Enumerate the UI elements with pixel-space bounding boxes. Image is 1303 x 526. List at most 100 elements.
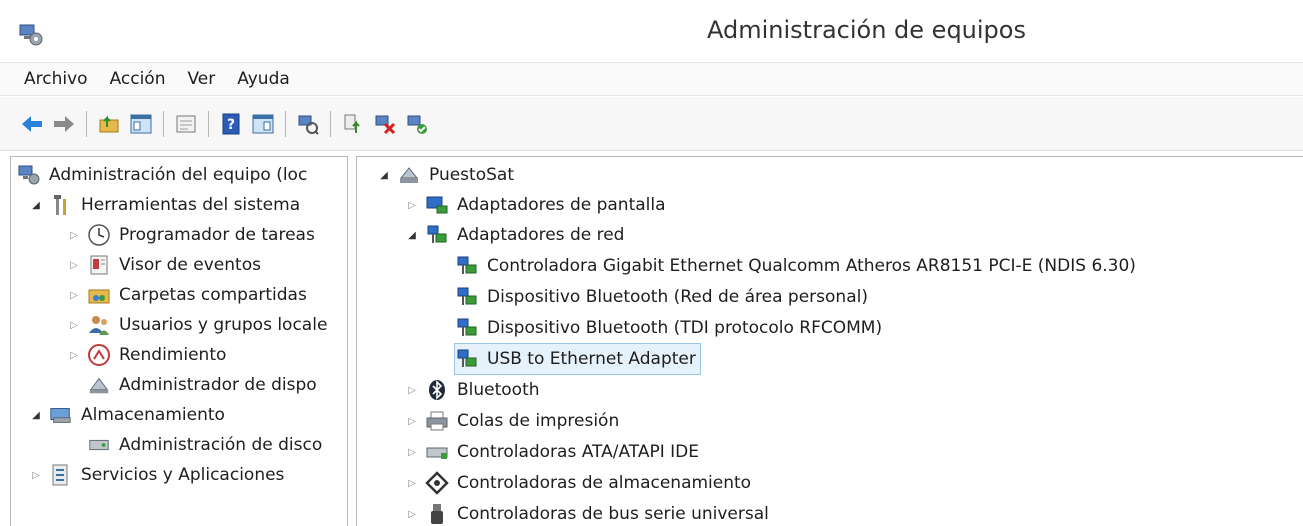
- printer-icon: [425, 409, 449, 433]
- scan-hardware-button[interactable]: [294, 110, 322, 138]
- scan-hardware-icon: [298, 115, 319, 135]
- tools-icon: [49, 193, 73, 217]
- tree-item-device-manager[interactable]: Administrador de dispo: [87, 370, 317, 400]
- tree-item-label: Colas de impresión: [457, 411, 620, 431]
- performance-icon: [87, 343, 111, 367]
- tree-item-label: Carpetas compartidas: [119, 285, 307, 305]
- collapsed-arrow-icon[interactable]: ▷: [67, 228, 81, 242]
- properties-button[interactable]: [172, 110, 200, 138]
- network-adapter-icon: [455, 347, 479, 371]
- tree-item-task-scheduler[interactable]: ▷ Programador de tareas: [67, 220, 315, 250]
- properties-icon: [176, 115, 196, 132]
- uninstall-device-icon: [375, 115, 396, 134]
- network-adapter-icon: [425, 223, 449, 247]
- tree-item-computer[interactable]: ◢ PuestoSat: [377, 160, 514, 190]
- network-adapter-icon: [455, 254, 479, 278]
- device-tree-pane: ◢ PuestoSat ▷ Adaptadores de pantalla ◢ …: [356, 156, 1303, 526]
- help-icon: ?: [222, 113, 240, 134]
- show-action-pane-button[interactable]: [249, 110, 277, 138]
- menu-ver[interactable]: Ver: [188, 69, 216, 89]
- collapsed-arrow-icon[interactable]: ▷: [405, 445, 419, 459]
- update-driver-icon: [344, 114, 360, 133]
- tree-item-label: Administración del equipo (loc: [49, 165, 308, 185]
- expanded-arrow-icon[interactable]: ◢: [29, 198, 43, 212]
- toolbar-separator: [330, 110, 331, 137]
- tree-item-system-tools[interactable]: ◢ Herramientas del sistema: [29, 190, 300, 220]
- tree-item-shared-folders[interactable]: ▷ Carpetas compartidas: [67, 280, 307, 310]
- tree-item-label: Programador de tareas: [119, 225, 315, 245]
- tree-item-label: Herramientas del sistema: [81, 195, 301, 215]
- collapsed-arrow-icon[interactable]: ▷: [67, 288, 81, 302]
- expanded-arrow-icon[interactable]: ◢: [405, 228, 419, 242]
- menu-ayuda[interactable]: Ayuda: [237, 69, 290, 89]
- tree-item-label: Servicios y Aplicaciones: [81, 465, 285, 485]
- menu-accion[interactable]: Acción: [110, 69, 166, 89]
- tree-item-label: Controladora Gigabit Ethernet Qualcomm A…: [487, 256, 1136, 276]
- storage-controller-icon: [425, 471, 449, 495]
- tree-item-services-apps[interactable]: ▷ Servicios y Aplicaciones: [29, 460, 284, 490]
- expanded-arrow-icon[interactable]: ◢: [377, 168, 391, 182]
- tree-item-event-viewer[interactable]: ▷ Visor de eventos: [67, 250, 261, 280]
- bluetooth-icon: [425, 378, 449, 402]
- svg-text:?: ?: [227, 117, 235, 133]
- up-level-button[interactable]: [95, 110, 123, 138]
- back-button[interactable]: [18, 110, 46, 138]
- tree-item-net-device-selected[interactable]: USB to Ethernet Adapter: [454, 343, 701, 375]
- collapsed-arrow-icon[interactable]: ▷: [405, 198, 419, 212]
- tree-item-print-queues[interactable]: ▷ Colas de impresión: [405, 406, 619, 436]
- collapsed-arrow-icon[interactable]: ▷: [405, 507, 419, 521]
- tree-item-network-adapters[interactable]: ◢ Adaptadores de red: [405, 220, 624, 250]
- collapsed-arrow-icon[interactable]: ▷: [405, 383, 419, 397]
- enable-device-button[interactable]: [403, 110, 431, 138]
- collapsed-arrow-icon[interactable]: ▷: [29, 468, 43, 482]
- tree-item-label: Almacenamiento: [81, 405, 225, 425]
- tree-item-label: Usuarios y grupos locale: [119, 315, 328, 335]
- device-manager-icon: [87, 373, 111, 397]
- collapsed-arrow-icon[interactable]: ▷: [405, 476, 419, 490]
- help-button[interactable]: ?: [217, 110, 245, 138]
- tree-item-label: Adaptadores de pantalla: [457, 195, 666, 215]
- folder-up-icon: [99, 115, 119, 132]
- tree-item-ata-controllers[interactable]: ▷ Controladoras ATA/ATAPI IDE: [405, 437, 699, 467]
- expanded-arrow-icon[interactable]: ◢: [29, 408, 43, 422]
- usb-icon: [425, 502, 449, 526]
- tree-item-disk-management[interactable]: Administración de disco: [87, 430, 322, 460]
- tree-item-storage-controllers[interactable]: ▷ Controladoras de almacenamiento: [405, 468, 751, 498]
- tree-item-net-device[interactable]: Controladora Gigabit Ethernet Qualcomm A…: [455, 251, 1136, 281]
- tree-item-usb-controllers[interactable]: ▷ Controladoras de bus serie universal: [405, 499, 769, 526]
- forward-button[interactable]: [50, 110, 78, 138]
- tree-item-display-adapters[interactable]: ▷ Adaptadores de pantalla: [405, 190, 666, 220]
- menu-archivo[interactable]: Archivo: [24, 69, 88, 89]
- tree-item-label: Administrador de dispo: [119, 375, 317, 395]
- tree-item-label: PuestoSat: [429, 165, 514, 185]
- forward-arrow-icon: [54, 115, 74, 132]
- tree-item-label: Dispositivo Bluetooth (Red de área perso…: [487, 287, 868, 307]
- services-icon: [49, 463, 73, 487]
- tree-item-bluetooth[interactable]: ▷ Bluetooth: [405, 375, 540, 405]
- tree-item-local-users[interactable]: ▷ Usuarios y grupos locale: [67, 310, 327, 340]
- tree-item-label: USB to Ethernet Adapter: [487, 349, 696, 369]
- tree-item-storage[interactable]: ◢ Almacenamiento: [29, 400, 225, 430]
- update-driver-button[interactable]: [339, 110, 367, 138]
- tree-item-net-device[interactable]: Dispositivo Bluetooth (Red de área perso…: [455, 282, 868, 312]
- back-arrow-icon: [22, 115, 42, 132]
- collapsed-arrow-icon[interactable]: ▷: [67, 258, 81, 272]
- tree-item-net-device[interactable]: Dispositivo Bluetooth (TDI protocolo RFC…: [455, 313, 882, 343]
- collapsed-arrow-icon[interactable]: ▷: [67, 348, 81, 362]
- clock-icon: [87, 223, 111, 247]
- collapsed-arrow-icon[interactable]: ▷: [405, 414, 419, 428]
- action-pane-icon: [252, 114, 274, 133]
- tree-item-performance[interactable]: ▷ Rendimiento: [67, 340, 226, 370]
- uninstall-device-button[interactable]: [371, 110, 399, 138]
- display-adapter-icon: [425, 193, 449, 217]
- tree-item-label: Controladoras de almacenamiento: [457, 473, 752, 493]
- show-hide-tree-button[interactable]: [127, 110, 155, 138]
- computer-management-icon: [17, 163, 41, 187]
- computer-icon: [397, 163, 421, 187]
- tree-item-computer-management[interactable]: Administración del equipo (loc: [17, 160, 307, 190]
- tree-item-label: Controladoras de bus serie universal: [457, 504, 769, 524]
- users-icon: [87, 313, 111, 337]
- event-viewer-icon: [87, 253, 111, 277]
- collapsed-arrow-icon[interactable]: ▷: [67, 318, 81, 332]
- tree-item-label: Controladoras ATA/ATAPI IDE: [457, 442, 699, 462]
